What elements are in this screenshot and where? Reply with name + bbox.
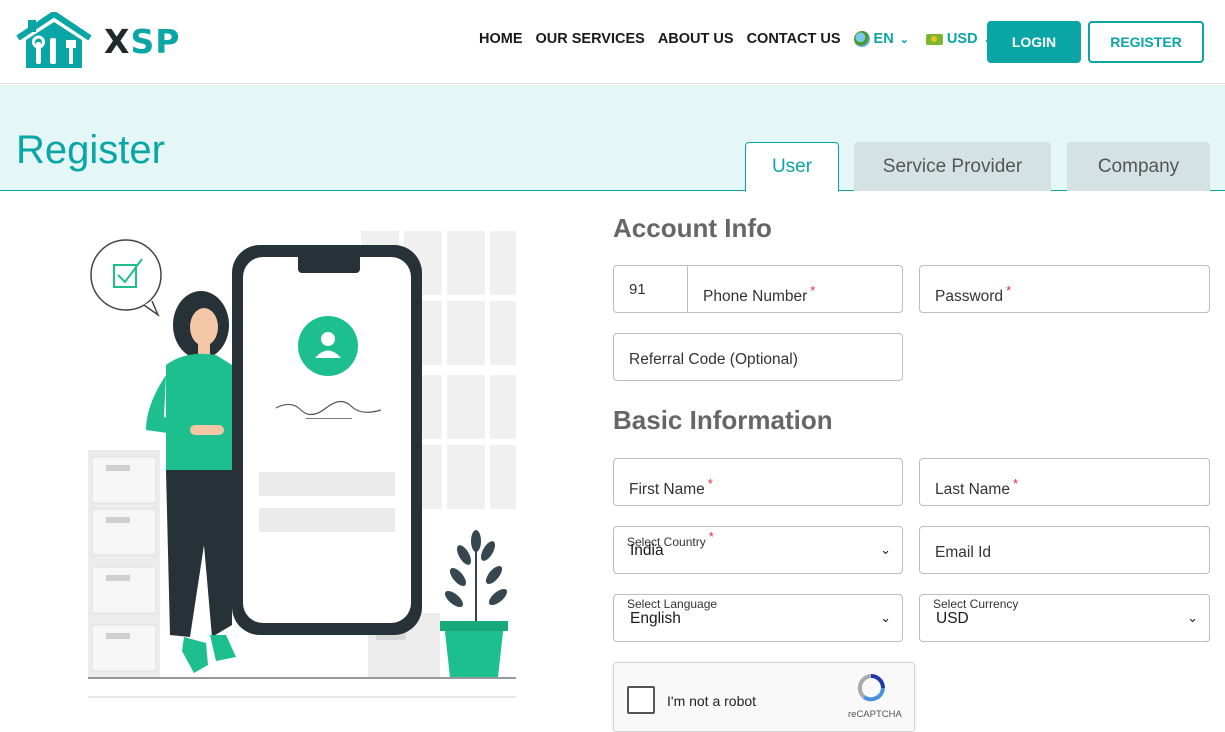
currency-select[interactable]: Select Currency USD ⌄ bbox=[919, 594, 1210, 642]
brand-logo[interactable]: XSP bbox=[14, 12, 180, 70]
globe-icon bbox=[853, 31, 870, 47]
nav-contact-us[interactable]: CONTACT US bbox=[747, 31, 841, 47]
tab-company[interactable]: Company bbox=[1067, 142, 1210, 191]
required-asterisk: * bbox=[708, 529, 714, 544]
site-header: XSP HOME OUR SERVICES ABOUT US CONTACT U… bbox=[0, 0, 1225, 84]
required-asterisk: * bbox=[707, 476, 713, 491]
recaptcha-icon bbox=[857, 674, 885, 702]
tab-user[interactable]: User bbox=[745, 142, 839, 192]
email-field[interactable]: Email Id bbox=[919, 526, 1210, 574]
currency-selector[interactable]: USD ⌄ bbox=[925, 31, 993, 47]
required-asterisk: * bbox=[810, 283, 816, 298]
page-title: Register bbox=[16, 128, 165, 172]
recaptcha-checkbox[interactable] bbox=[627, 686, 655, 714]
nav-our-services[interactable]: OUR SERVICES bbox=[536, 31, 645, 47]
tab-service-provider[interactable]: Service Provider bbox=[854, 142, 1051, 191]
first-name-field[interactable]: First Name * bbox=[613, 458, 903, 506]
referral-code-field[interactable]: Referral Code (Optional) bbox=[613, 333, 903, 381]
recaptcha-brand: reCAPTCHA bbox=[848, 709, 902, 720]
phone-number-field[interactable]: 91 Phone Number * bbox=[613, 265, 903, 313]
country-select[interactable]: Select Country * India ⌄ bbox=[613, 526, 903, 574]
language-select[interactable]: Select Language English ⌄ bbox=[613, 594, 903, 642]
chevron-down-icon: ⌄ bbox=[899, 33, 909, 46]
nav-home[interactable]: HOME bbox=[479, 31, 523, 47]
country-code-input[interactable]: 91 bbox=[614, 266, 688, 312]
required-asterisk: * bbox=[1012, 476, 1019, 491]
login-button[interactable]: LOGIN bbox=[987, 21, 1081, 63]
house-tools-icon bbox=[16, 12, 92, 68]
chevron-down-icon: ⌄ bbox=[1187, 610, 1198, 625]
register-button[interactable]: REGISTER bbox=[1088, 21, 1204, 63]
account-info-title: Account Info bbox=[613, 213, 772, 243]
chevron-down-icon: ⌄ bbox=[880, 542, 891, 557]
language-selector[interactable]: EN ⌄ bbox=[853, 31, 909, 47]
brand-name: XSP bbox=[104, 21, 181, 61]
password-field[interactable]: Password * bbox=[919, 265, 1210, 313]
required-asterisk: * bbox=[1006, 283, 1012, 298]
registration-illustration bbox=[88, 231, 516, 698]
basic-information-title: Basic Information bbox=[613, 405, 833, 435]
recaptcha-label: I'm not a robot bbox=[667, 693, 757, 709]
chevron-down-icon: ⌄ bbox=[880, 610, 891, 625]
nav-about-us[interactable]: ABOUT US bbox=[658, 31, 734, 47]
cash-icon bbox=[925, 33, 943, 45]
main-nav: HOME OUR SERVICES ABOUT US CONTACT US EN… bbox=[479, 31, 993, 47]
last-name-field[interactable]: Last Name * bbox=[919, 458, 1210, 506]
